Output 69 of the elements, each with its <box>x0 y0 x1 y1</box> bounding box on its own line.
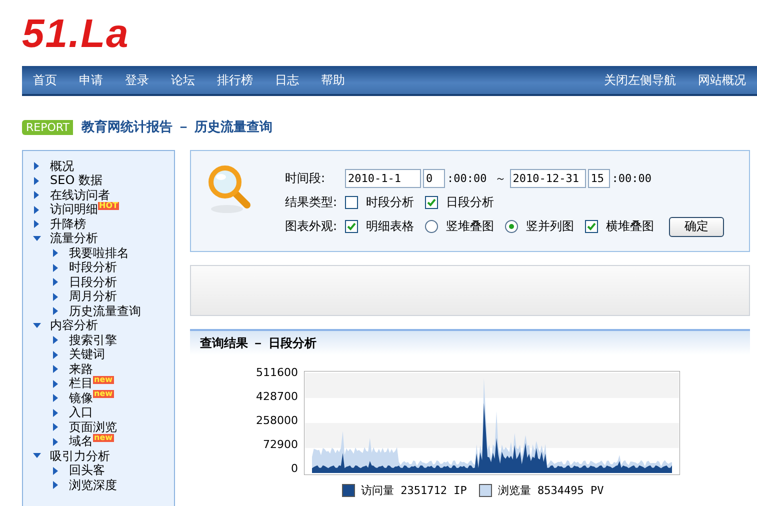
axis-tick-label: 0 <box>291 463 298 475</box>
time-suffix: :00:00 <box>612 172 652 185</box>
sidebar-item[interactable]: 历史流量查询 <box>69 302 141 320</box>
radio-button[interactable] <box>505 220 518 233</box>
nav-link[interactable]: 首页 <box>22 72 68 88</box>
checkbox[interactable] <box>345 196 358 209</box>
range-separator: ～ <box>494 171 506 186</box>
sidebar-item[interactable]: 流量分析 <box>50 230 98 248</box>
report-tag: REPORT <box>22 120 74 134</box>
checkbox-label: 横堆叠图 <box>606 218 654 235</box>
nav-link[interactable]: 网站概况 <box>687 72 757 88</box>
sidebar-item[interactable]: 吸引力分析 <box>50 448 110 465</box>
radio-label: 竖并列图 <box>526 218 574 235</box>
end-hour-field[interactable]: 15 <box>588 169 610 188</box>
sidebar-item[interactable]: 关键词 <box>69 346 105 364</box>
sidebar-item[interactable]: 域名 <box>69 433 93 450</box>
checkbox-label: 日段分析 <box>446 194 494 211</box>
field-label: 时间段: <box>285 170 326 187</box>
checkbox[interactable] <box>585 220 598 233</box>
sidebar-item[interactable]: 周月分析 <box>69 288 117 306</box>
checkbox[interactable] <box>345 220 358 233</box>
sidebar-item[interactable]: 访问明细 <box>50 201 98 218</box>
nav-link[interactable]: 申请 <box>68 72 114 88</box>
sidebar-item[interactable]: SEO 数据 <box>50 172 102 190</box>
sidebar-item[interactable]: 页面浏览 <box>69 418 117 436</box>
time-suffix: :00:00 <box>447 172 487 185</box>
nav-link[interactable]: 日志 <box>264 72 310 88</box>
legend-label: 浏览量 8534495 PV <box>498 483 604 498</box>
sidebar-item[interactable]: 入口 <box>69 404 93 422</box>
end-date-field[interactable]: 2010-12-31 <box>510 169 586 188</box>
results-title: 查询结果 － 日段分析 <box>200 334 316 352</box>
field-label: 结果类型: <box>285 194 338 211</box>
nav-link[interactable]: 帮助 <box>310 72 356 88</box>
sidebar-item[interactable]: 来路 <box>69 360 93 378</box>
radio-label: 竖堆叠图 <box>446 218 494 235</box>
sidebar-item[interactable]: 升降榜 <box>50 216 86 233</box>
badge: HOT <box>98 202 119 210</box>
nav-link[interactable]: 排行榜 <box>206 72 264 88</box>
sidebar-item[interactable]: 日段分析 <box>69 274 117 291</box>
axis-tick-label: 72900 <box>263 439 298 451</box>
submit-button[interactable]: 确定 <box>669 216 724 236</box>
start-date-field[interactable]: 2010-1-1 <box>345 169 421 188</box>
report-title: 教育网统计报告 － 历史流量查询 <box>81 118 273 136</box>
legend-label: 访问量 2351712 IP <box>361 483 467 498</box>
badge: new <box>93 376 114 384</box>
sidebar-item[interactable]: 镜像 <box>69 390 93 407</box>
sidebar-item[interactable]: 搜索引擎 <box>69 332 117 349</box>
checkbox-label: 明细表格 <box>366 218 414 235</box>
nav-link[interactable]: 关闭左侧导航 <box>593 72 687 88</box>
checkbox-label: 时段分析 <box>366 194 414 211</box>
nav-link[interactable]: 论坛 <box>160 72 206 88</box>
checkbox[interactable] <box>425 196 438 209</box>
axis-tick-label: 511600 <box>256 367 298 379</box>
sidebar-item[interactable]: 时段分析 <box>69 259 117 276</box>
badge: new <box>93 390 114 398</box>
sidebar-item[interactable]: 栏目 <box>69 375 93 392</box>
start-hour-field[interactable]: 0 <box>423 169 445 188</box>
sidebar-item[interactable]: 内容分析 <box>50 317 98 334</box>
axis-tick-label: 258000 <box>256 415 298 427</box>
logo: 51.La <box>22 12 130 56</box>
sidebar-item[interactable]: 回头客 <box>69 462 105 480</box>
sidebar-item[interactable]: 概况 <box>50 158 74 175</box>
field-label: 图表外观: <box>285 218 338 235</box>
axis-tick-label: 428700 <box>256 391 298 403</box>
badge: new <box>93 434 114 442</box>
sidebar-item[interactable]: 我要啦排名 <box>69 244 129 262</box>
nav-link[interactable]: 登录 <box>114 72 160 88</box>
sidebar-item[interactable]: 浏览深度 <box>69 476 117 494</box>
radio-button[interactable] <box>425 220 438 233</box>
